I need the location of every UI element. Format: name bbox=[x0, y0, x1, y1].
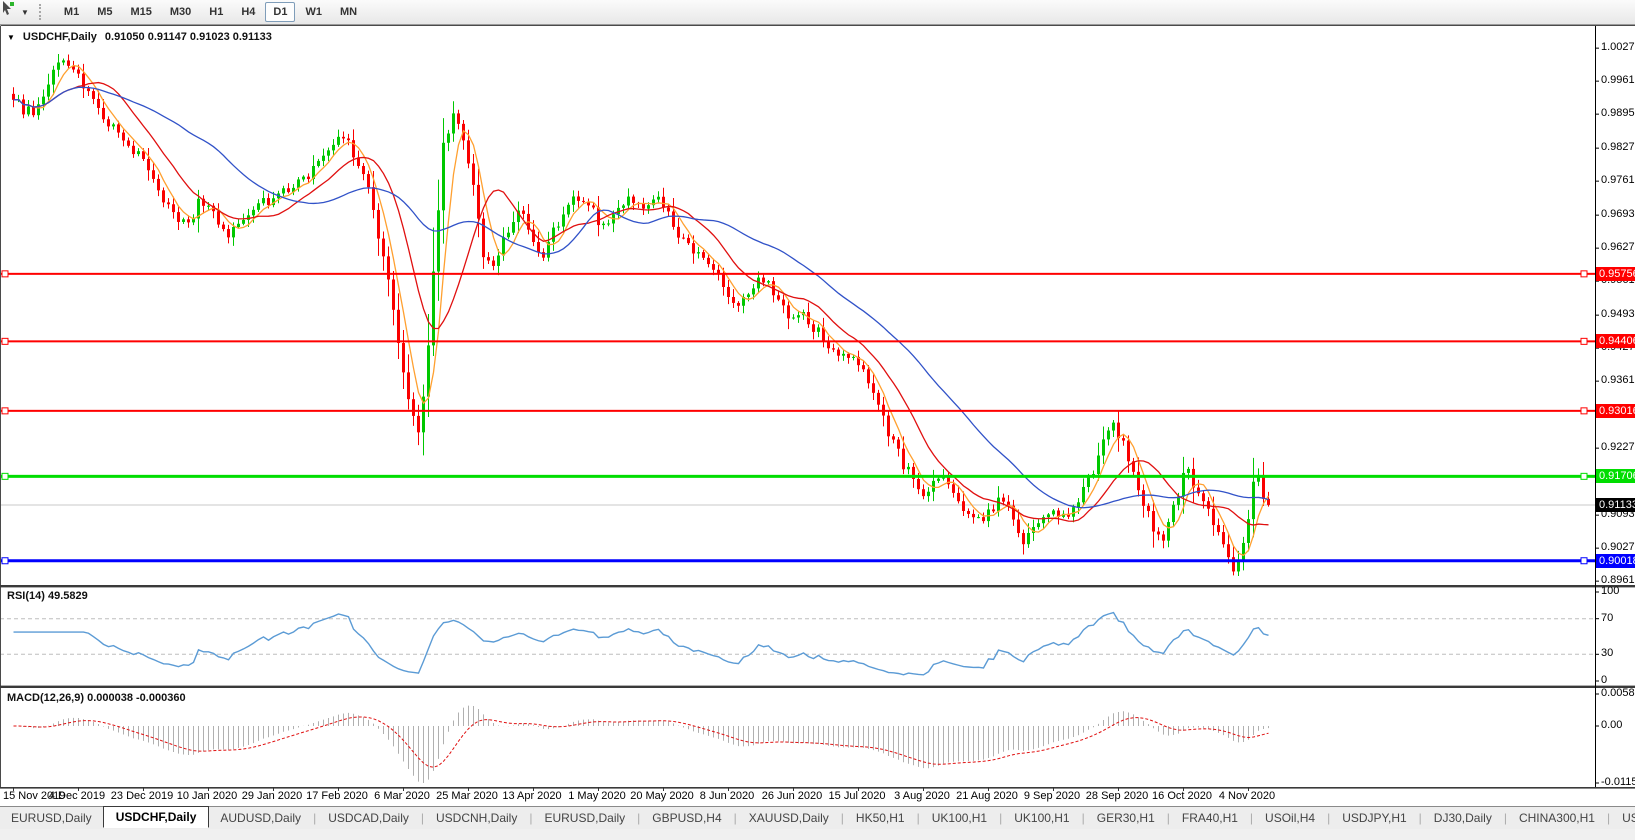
date-axis-label: 15 Jul 2020 bbox=[829, 790, 886, 802]
line-handle-icon[interactable] bbox=[2, 473, 8, 479]
rsi-axis-label: 0 bbox=[1601, 674, 1607, 687]
price-axis-label: 0.92270 bbox=[1601, 441, 1635, 454]
line-handle-icon[interactable] bbox=[1581, 558, 1587, 564]
current-price-badge: 0.91133 bbox=[1596, 498, 1635, 512]
chart-tab-13[interactable]: USOil,H4 bbox=[1254, 809, 1326, 827]
date-axis-label: 25 Mar 2020 bbox=[436, 790, 498, 802]
price-level-badge: 0.95756 bbox=[1596, 267, 1635, 281]
price-level-badge: 0.91706 bbox=[1596, 469, 1635, 483]
date-axis-label: 23 Dec 2019 bbox=[111, 790, 173, 802]
date-axis-label: 4 Nov 2020 bbox=[1219, 790, 1275, 802]
date-axis-label: 3 Aug 2020 bbox=[894, 790, 950, 802]
date-axis-label: 13 Apr 2020 bbox=[502, 790, 561, 802]
price-axis-label: 0.97610 bbox=[1601, 174, 1635, 187]
line-handle-icon[interactable] bbox=[1581, 271, 1587, 277]
price-axis-label: 1.00270 bbox=[1601, 41, 1635, 54]
pane-divider[interactable] bbox=[0, 585, 1635, 587]
date-axis-label: 16 Oct 2020 bbox=[1152, 790, 1212, 802]
chart-title: ▼ USDCHF,Daily 0.91050 0.91147 0.91023 0… bbox=[7, 31, 272, 43]
macd-axis-label: 0.005818 bbox=[1601, 687, 1635, 700]
line-handle-icon[interactable] bbox=[2, 408, 8, 414]
macd-axis-label: -0.01151 bbox=[1601, 776, 1635, 789]
rsi-axis-label: 30 bbox=[1601, 647, 1613, 660]
date-axis-label: 10 Jan 2020 bbox=[177, 790, 238, 802]
macd-axis-label: 0.00 bbox=[1601, 719, 1622, 732]
chart-tab-14[interactable]: USDJPY,H1 bbox=[1331, 809, 1417, 827]
macd-indicator-label: MACD(12,26,9) 0.000038 -0.000360 bbox=[7, 692, 186, 704]
chart-tab-1[interactable]: USDCHF,Daily bbox=[103, 806, 210, 828]
date-axis-label: 20 May 2020 bbox=[630, 790, 694, 802]
ohlc-values-label: 0.91050 0.91147 0.91023 0.91133 bbox=[105, 31, 272, 43]
rsi-axis-label: 70 bbox=[1601, 612, 1613, 625]
date-axis-label: 6 Mar 2020 bbox=[374, 790, 430, 802]
price-axis-label: 0.99610 bbox=[1601, 74, 1635, 87]
line-handle-icon[interactable] bbox=[1581, 408, 1587, 414]
price-level-badge: 0.94406 bbox=[1596, 334, 1635, 348]
date-axis-label: 4 Dec 2019 bbox=[49, 790, 105, 802]
chart-tab-6[interactable]: GBPUSD,H4 bbox=[641, 809, 732, 827]
chart-tab-bar: EURUSD,DailyUSDCHF,DailyAUDUSD,Daily|USD… bbox=[0, 806, 1635, 829]
price-level-badge: 0.90018 bbox=[1596, 554, 1635, 568]
price-axis-label: 0.94930 bbox=[1601, 308, 1635, 321]
price-axis-label: 0.98270 bbox=[1601, 141, 1635, 154]
horizontal-level-line-4[interactable] bbox=[0, 559, 1595, 562]
pane-divider[interactable] bbox=[0, 686, 1635, 688]
date-axis-label: 29 Jan 2020 bbox=[242, 790, 303, 802]
chart-tab-4[interactable]: USDCNH,Daily bbox=[425, 809, 528, 827]
chart-tab-2[interactable]: AUDUSD,Daily bbox=[209, 809, 312, 827]
symbol-period-label: USDCHF,Daily bbox=[23, 31, 97, 43]
chart-tab-10[interactable]: UK100,H1 bbox=[1003, 809, 1080, 827]
line-handle-icon[interactable] bbox=[2, 558, 8, 564]
date-axis-label: 8 Jun 2020 bbox=[700, 790, 754, 802]
line-handle-icon[interactable] bbox=[2, 338, 8, 344]
price-level-badge: 0.93016 bbox=[1596, 404, 1635, 418]
rsi-axis-label: 100 bbox=[1601, 585, 1619, 598]
mt4-window: ▼ M1M5M15M30H1H4D1W1MN ▼ USDCHF,Daily 0.… bbox=[0, 0, 1635, 840]
date-axis-label: 9 Sep 2020 bbox=[1024, 790, 1080, 802]
horizontal-level-line-0[interactable] bbox=[0, 273, 1595, 275]
date-axis-label: 28 Sep 2020 bbox=[1086, 790, 1148, 802]
date-axis-label: 1 May 2020 bbox=[568, 790, 625, 802]
price-axis-label: 0.96270 bbox=[1601, 241, 1635, 254]
symbol-collapse-caret-icon[interactable]: ▼ bbox=[7, 33, 15, 42]
date-axis-label: 17 Feb 2020 bbox=[306, 790, 368, 802]
chart-tab-16[interactable]: CHINA300,H1 bbox=[1508, 809, 1606, 827]
price-axis-label: 0.98950 bbox=[1601, 107, 1635, 120]
chart-tab-5[interactable]: EURUSD,Daily bbox=[533, 809, 636, 827]
price-axis-label: 0.93610 bbox=[1601, 374, 1635, 387]
chart-tab-15[interactable]: DJ30,Daily bbox=[1423, 809, 1503, 827]
date-axis-label: 26 Jun 2020 bbox=[762, 790, 823, 802]
chart-tab-3[interactable]: USDCAD,Daily bbox=[317, 809, 420, 827]
date-axis-label: 21 Aug 2020 bbox=[956, 790, 1018, 802]
price-axis-label: 0.96930 bbox=[1601, 208, 1635, 221]
chart-tab-9[interactable]: UK100,H1 bbox=[921, 809, 998, 827]
horizontal-level-line-1[interactable] bbox=[0, 340, 1595, 342]
chart-tab-11[interactable]: GER30,H1 bbox=[1086, 809, 1166, 827]
line-handle-icon[interactable] bbox=[2, 271, 8, 277]
rsi-indicator-label: RSI(14) 49.5829 bbox=[7, 590, 88, 602]
horizontal-level-line-2[interactable] bbox=[0, 410, 1595, 412]
chart-tab-7[interactable]: XAUUSD,Daily bbox=[738, 809, 840, 827]
horizontal-level-line-3[interactable] bbox=[0, 475, 1595, 478]
chart-tab-12[interactable]: FRA40,H1 bbox=[1171, 809, 1249, 827]
price-chart-canvas[interactable] bbox=[0, 0, 1635, 840]
line-handle-icon[interactable] bbox=[1581, 338, 1587, 344]
chart-tab-17[interactable]: USOil,H1 bbox=[1611, 809, 1635, 827]
line-handle-icon[interactable] bbox=[1581, 473, 1587, 479]
price-axis-label: 0.90270 bbox=[1601, 541, 1635, 554]
chart-tab-0[interactable]: EURUSD,Daily bbox=[0, 809, 103, 827]
chart-tab-8[interactable]: HK50,H1 bbox=[845, 809, 916, 827]
